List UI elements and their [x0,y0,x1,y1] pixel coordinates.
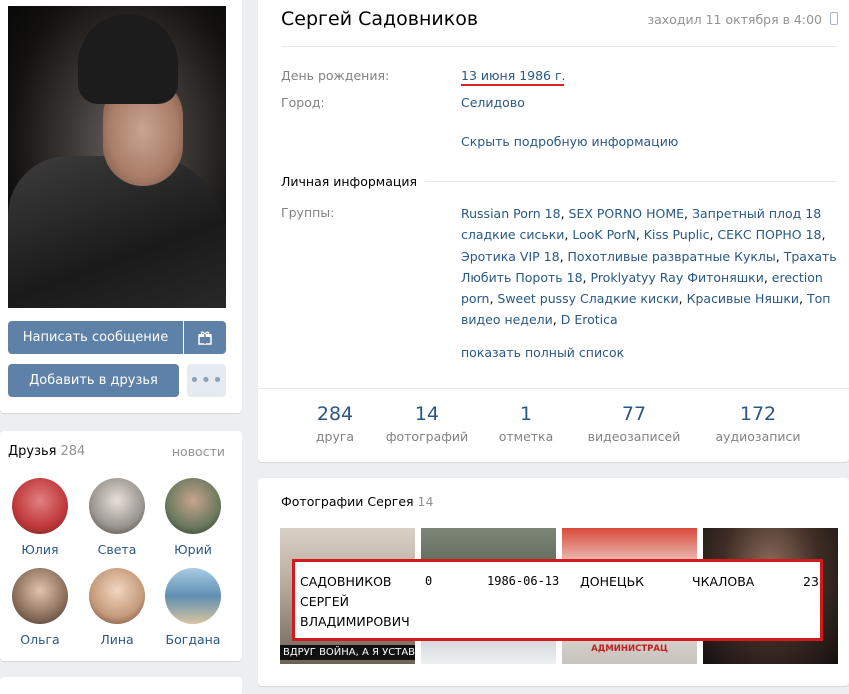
friend-avatar [165,568,221,624]
photo-caption: АДМИНИСТРАЦ [591,644,668,654]
friend-name: Юрий [174,542,212,557]
header-divider [281,46,837,47]
counter-value: 284 [316,403,354,425]
friend-item[interactable]: Богдана [158,568,228,647]
gift-button[interactable] [184,321,226,354]
friends-title[interactable]: Друзья 284 [8,444,85,459]
friends-news-link[interactable]: новости [172,444,225,459]
city-label: Город: [281,95,325,110]
profile-photo[interactable] [8,6,226,308]
group-link[interactable]: Sweet pussy Сладкие киски [497,291,678,306]
group-link[interactable]: Proklyatyy Ray Фитоняшки [591,270,764,285]
friend-name: Лина [100,632,134,647]
friend-avatar [89,568,145,624]
groups-label: Группы: [281,205,335,220]
friend-item[interactable]: Юлия [5,478,75,557]
group-link[interactable]: SEX PORNO HOME [569,206,685,221]
profile-info-card: Сергей Садовников заходил 11 октября в 4… [258,0,849,462]
personal-info-title: Личная информация [281,174,426,189]
counter-label: аудиозаписи [715,429,801,444]
record-city: ДОНЕЦЬК [580,574,645,589]
counter-value: 1 [519,403,533,425]
counter-label: отметка [498,429,554,444]
gift-icon [198,331,212,345]
left-next-card [0,677,242,694]
record-street: ЧКАЛОВА [692,574,755,589]
counter-label: видеозаписей [587,429,681,444]
counter-label: друга [315,429,355,444]
friend-item[interactable]: Лина [82,568,152,647]
friend-item[interactable]: Ольга [5,568,75,647]
group-link[interactable]: LooK PorN [572,227,635,242]
record-date: 1986-06-13 [487,574,560,588]
record-house-number: 23 [803,574,819,589]
counter-label: фотографий [385,429,469,444]
friend-item[interactable]: Света [82,478,152,557]
database-record-overlay: САДОВНИКОВ СЕРГЕЙ ВЛАДИМИРОВИЧ 0 1986-06… [292,559,823,641]
counter-videos[interactable]: 77 видеозаписей [585,403,683,444]
group-link[interactable]: Kiss Puplic [644,227,710,242]
birthday-highlight-underline [461,84,564,86]
friend-name: Юлия [21,542,59,557]
birthday-label: День рождения: [281,68,390,83]
group-link[interactable]: D Erotica [561,312,618,327]
send-message-button[interactable]: Написать сообщение [8,321,183,354]
profile-counters: 284 друга 14 фотографий 1 отметка 77 вид… [258,388,849,462]
photos-count: 14 [417,494,434,509]
show-full-list-link[interactable]: показать полный список [461,345,624,360]
photos-title[interactable]: Фотографии Сергея 14 [281,494,433,509]
add-friend-button[interactable]: Добавить в друзья [8,364,179,397]
mobile-phone-icon [830,12,838,25]
hide-info-link[interactable]: Скрыть подробную информацию [461,134,678,149]
more-actions-button[interactable]: ••• [187,364,226,397]
counter-value: 14 [414,403,440,425]
friend-avatar [12,568,68,624]
last-seen-status: заходил 11 октября в 4:00 [647,12,822,27]
friends-block: Друзья 284 новости Юлия Света Юрий Ольга … [0,431,242,661]
friends-count: 284 [60,444,86,459]
birthday-link[interactable]: 13 июня 1986 г. [461,68,566,83]
photo-jacket-shape [8,156,226,308]
counter-value: 77 [621,403,647,425]
photo-caption: ВДРУГ ВОЙНА, А Я УСТАВШИ [280,645,415,660]
counter-photos[interactable]: 14 фотографий [384,403,470,444]
city-link[interactable]: Селидово [461,95,525,110]
record-col-zero: 0 [425,574,433,588]
page-title: Сергей Садовников [281,8,479,30]
record-surname: САДОВНИКОВ [300,574,392,589]
counter-audio[interactable]: 172 аудиозаписи [713,403,803,444]
friend-avatar [165,478,221,534]
friend-name: Богдана [165,632,221,647]
counter-tags[interactable]: 1 отметка [495,403,557,444]
group-link[interactable]: Похотливые развратные Куклы [568,249,776,264]
photos-title-label: Фотографии Сергея [281,494,414,509]
groups-list: Russian Porn 18, SEX PORNO HOME, Запретн… [461,206,837,328]
friend-avatar [12,478,68,534]
friend-name: Ольга [20,632,60,647]
photo-hat-shape [78,14,178,104]
friends-title-label: Друзья [8,444,57,459]
counter-value: 172 [739,403,777,425]
counter-friends[interactable]: 284 друга [313,403,357,444]
group-link[interactable]: Russian Porn 18 [461,206,561,221]
record-first-name: СЕРГЕЙ [300,594,350,609]
friend-name: Света [97,542,137,557]
group-link[interactable]: Эротика VIP 18 [461,249,560,264]
friend-avatar [89,478,145,534]
record-patronymic: ВЛАДИМИРОВИЧ [300,614,410,629]
record-full-name: САДОВНИКОВ СЕРГЕЙ ВЛАДИМИРОВИЧ [300,572,420,632]
profile-avatar-card: Написать сообщение Добавить в друзья ••• [0,0,242,413]
friend-item[interactable]: Юрий [158,478,228,557]
group-link[interactable]: Красивые Няшки [687,291,799,306]
group-link[interactable]: СЕКС ПОРНО 18 [717,227,821,242]
